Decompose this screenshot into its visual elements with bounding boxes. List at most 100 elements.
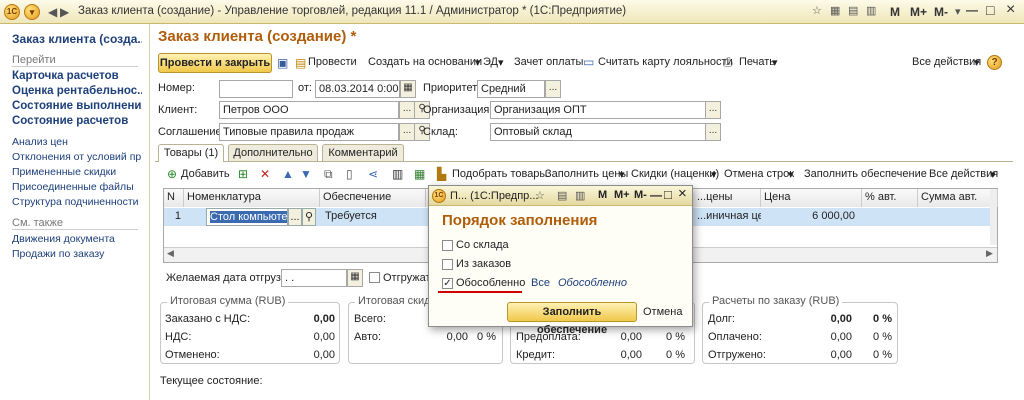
dialog-calendar-icon[interactable]: ▤: [557, 189, 567, 202]
row-item-field[interactable]: Стол компьютерн...: [206, 208, 288, 226]
option-separate-checkbox[interactable]: ✓: [442, 278, 453, 289]
sidebar-item-profitability[interactable]: Оценка рентабельнос...: [12, 85, 142, 97]
dialog-calc-icon[interactable]: ▥: [575, 189, 585, 202]
menu-dropdown-icon[interactable]: ▾: [24, 4, 40, 20]
scroll-left-icon[interactable]: ◀: [167, 248, 174, 259]
fill-supply-dialog-button[interactable]: Заполнить обеспечение: [507, 302, 637, 336]
option-from-warehouse-checkbox[interactable]: [442, 240, 453, 251]
calendar-icon[interactable]: ▤: [848, 4, 858, 17]
scroll-right-icon[interactable]: ▶: [986, 248, 993, 259]
barcode-icon[interactable]: ▥: [392, 167, 403, 181]
save-icon[interactable]: ▣: [277, 56, 288, 70]
fill-prices-button[interactable]: Заполнить цены: [545, 168, 628, 180]
dialog-minimize-button[interactable]: —: [650, 188, 662, 202]
discounts-caret-icon[interactable]: ▾: [711, 168, 717, 181]
link-separate[interactable]: Обособленно: [558, 277, 627, 289]
client-field[interactable]: Петров ООО: [219, 101, 399, 119]
table-icon[interactable]: ▦: [830, 4, 840, 17]
forward-icon[interactable]: ▶: [60, 5, 69, 19]
row-supply[interactable]: Требуется: [322, 208, 422, 226]
caret-down-icon[interactable]: ▾: [955, 5, 961, 18]
grid-view-icon[interactable]: ▦: [414, 167, 425, 181]
maximize-button[interactable]: □: [986, 2, 994, 18]
row-item-select-button[interactable]: ...: [288, 208, 302, 226]
vertical-scrollbar[interactable]: [990, 189, 997, 245]
sidebar-item-structure[interactable]: Структура подчиненности: [12, 196, 142, 208]
back-icon[interactable]: ◀: [48, 5, 57, 19]
post-and-close-button[interactable]: Провести и закрыть: [158, 53, 272, 73]
col-price[interactable]: Цена: [761, 189, 862, 207]
move-down-icon[interactable]: ▼: [300, 167, 312, 181]
ship-checkbox[interactable]: [369, 272, 380, 283]
col-price-type[interactable]: ...цены: [694, 189, 761, 207]
option-from-orders-checkbox[interactable]: [442, 259, 453, 270]
dialog-mplus-icon[interactable]: M+: [614, 189, 630, 201]
dialog-close-button[interactable]: ×: [678, 185, 687, 202]
share-icon[interactable]: ⋖: [368, 167, 378, 181]
cancel-rows-caret-icon[interactable]: ▾: [788, 168, 794, 181]
date-calendar-icon[interactable]: ▦: [400, 80, 416, 98]
paste-icon[interactable]: ▯: [346, 167, 353, 181]
date-field[interactable]: 08.03.2014 0:00:00: [315, 80, 400, 98]
sidebar-item-execution-state[interactable]: Состояние выполнения: [12, 100, 142, 112]
create-based-caret-icon[interactable]: ▾: [475, 56, 481, 69]
all-actions-button[interactable]: Все действия: [912, 56, 981, 68]
col-supply[interactable]: Обеспечение: [320, 189, 426, 207]
link-all[interactable]: Все: [531, 277, 550, 289]
tab-comment[interactable]: Комментарий: [322, 144, 404, 161]
goods-all-actions-button[interactable]: Все действия: [929, 168, 998, 180]
client-select-button[interactable]: ...: [399, 101, 415, 119]
close-button[interactable]: ×: [1006, 1, 1015, 19]
dialog-m-icon[interactable]: M: [598, 189, 607, 201]
ed-button[interactable]: ЭД: [483, 56, 498, 68]
ship-date-field[interactable]: . .: [281, 269, 347, 287]
row-price[interactable]: 6 000,00: [761, 208, 859, 226]
dialog-star-icon[interactable]: ☆: [535, 189, 545, 202]
loyalty-card-button[interactable]: Считать карту лояльности: [598, 56, 733, 68]
discounts-button[interactable]: Скидки (наценки): [631, 168, 719, 180]
offset-payment-button[interactable]: Зачет оплаты: [514, 56, 583, 68]
col-item[interactable]: Номенклатура: [184, 189, 320, 207]
row-price-type[interactable]: ...иничная цена: [694, 208, 761, 226]
fill-prices-caret-icon[interactable]: ▾: [619, 168, 625, 181]
all-actions-caret-icon[interactable]: ▾: [974, 56, 980, 69]
ed-caret-icon[interactable]: ▾: [498, 56, 504, 69]
sidebar-item-movements[interactable]: Движения документа: [12, 233, 142, 245]
warehouse-select-button[interactable]: ...: [705, 123, 721, 141]
print-button[interactable]: Печать: [739, 56, 775, 68]
post-icon[interactable]: ▤: [295, 56, 306, 70]
row-item-search-icon[interactable]: ⚲: [302, 208, 316, 226]
memory-plus-icon[interactable]: M+: [910, 5, 927, 19]
priority-select-button[interactable]: ...: [545, 80, 561, 98]
agreement-field[interactable]: Типовые правила продаж: [219, 123, 399, 141]
pick-goods-button[interactable]: Подобрать товары: [452, 168, 547, 180]
calculator-icon[interactable]: ▥: [866, 4, 876, 17]
post-button[interactable]: Провести: [308, 56, 357, 68]
tab-goods[interactable]: Товары (1): [158, 144, 224, 162]
dialog-maximize-button[interactable]: □: [664, 187, 672, 202]
organization-select-button[interactable]: ...: [705, 101, 721, 119]
copy-row-icon[interactable]: ⊞: [238, 167, 248, 181]
sidebar-item-deviations[interactable]: Отклонения от условий пр...: [12, 151, 142, 163]
app-logo-icon[interactable]: 1С: [4, 4, 20, 20]
sidebar-item-price-analysis[interactable]: Анализ цен: [12, 136, 142, 148]
tab-additional[interactable]: Дополнительно: [228, 144, 318, 161]
help-icon[interactable]: ?: [987, 55, 1002, 70]
col-n[interactable]: N: [164, 189, 184, 207]
sidebar-item-discounts[interactable]: Примененные скидки: [12, 166, 142, 178]
fill-supply-button[interactable]: Заполнить обеспечение: [804, 168, 927, 180]
warehouse-field[interactable]: Оптовый склад: [490, 123, 706, 141]
agreement-select-button[interactable]: ...: [399, 123, 415, 141]
create-based-button[interactable]: Создать на основании: [368, 56, 482, 68]
sidebar-current-item[interactable]: Заказ клиента (созда...: [12, 32, 142, 46]
star-icon[interactable]: ☆: [812, 4, 822, 17]
ship-date-calendar-icon[interactable]: ▦: [347, 269, 363, 287]
goods-all-actions-caret-icon[interactable]: ▾: [990, 168, 996, 181]
move-up-icon[interactable]: ▲: [282, 167, 294, 181]
minimize-button[interactable]: —: [966, 3, 978, 17]
print-caret-icon[interactable]: ▾: [772, 56, 778, 69]
sidebar-item-files[interactable]: Присоединенные файлы: [12, 181, 142, 193]
sidebar-item-settlement-state[interactable]: Состояние расчетов: [12, 115, 142, 127]
delete-row-icon[interactable]: ✕: [260, 167, 270, 181]
dialog-mminus-icon[interactable]: M-: [634, 189, 647, 201]
